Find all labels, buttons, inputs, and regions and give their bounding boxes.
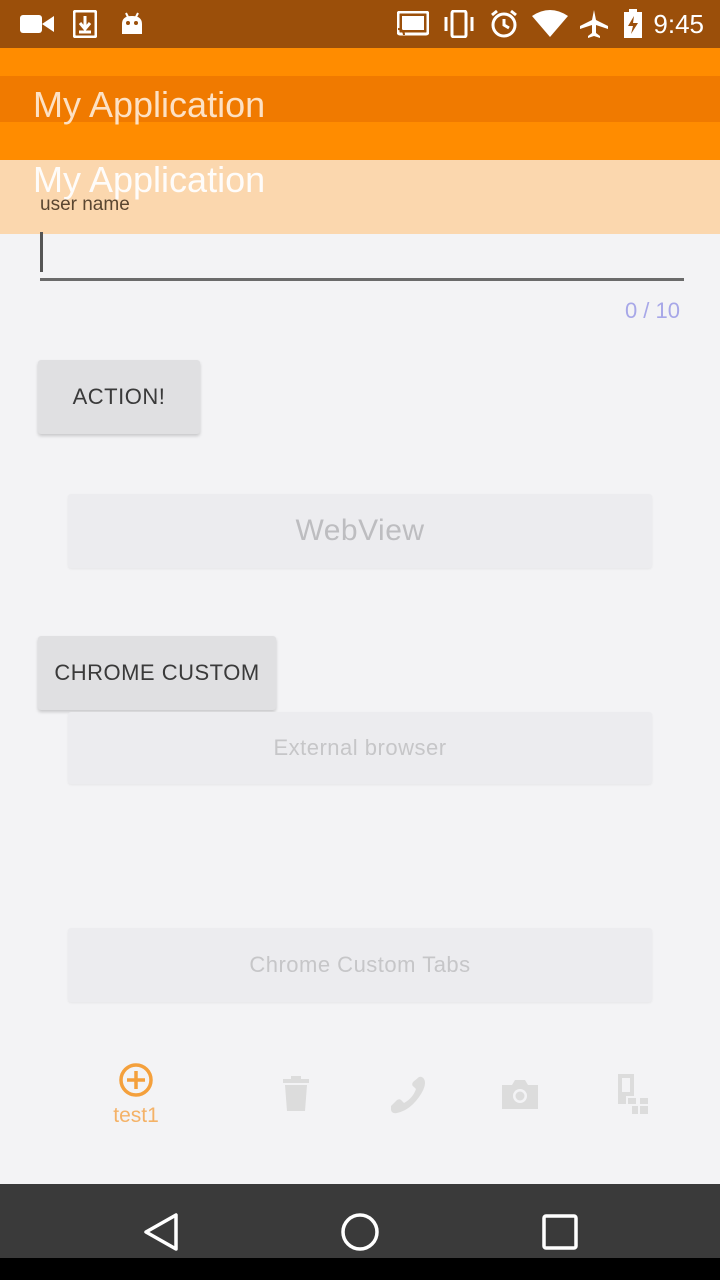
back-triangle-icon [142,1213,180,1256]
bottom-nav-item-camera[interactable] [490,1078,550,1114]
video-camera-icon [20,10,54,38]
text-cursor [40,232,43,272]
nav-bar-bottom-strip [0,1258,720,1280]
alarm-icon [488,9,520,38]
status-bar: 9:45 [0,0,720,48]
android-icon [118,10,146,38]
download-icon [72,10,98,38]
char-counter: 0 / 10 [624,298,680,323]
vibrate-icon [442,10,476,38]
home-circle-icon [340,1213,380,1256]
toolbar-title: My Application [33,84,266,125]
username-label: user name [40,194,130,215]
recents-square-icon [542,1214,578,1254]
action-button[interactable]: ACTION! [38,360,200,434]
trash-icon [281,1076,311,1116]
home-button[interactable] [340,1212,380,1256]
status-time: 9:45 [653,9,704,39]
airplane-icon [578,10,610,38]
webview-button[interactable]: WebView [68,494,652,568]
cast-icon [396,10,430,38]
external-browser-button[interactable]: External browser [68,712,652,784]
chrome-custom-button[interactable]: CHROME CUSTOM [38,636,276,710]
bottom-nav-item-phone[interactable] [378,1076,438,1118]
devices-icon [614,1074,650,1120]
username-input[interactable] [40,230,684,281]
camera-icon [501,1078,539,1114]
back-button[interactable] [142,1212,180,1256]
phone-icon [389,1076,427,1118]
recents-button[interactable] [542,1214,578,1254]
bottom-nav-item-test1[interactable]: test1 [106,1062,166,1128]
bottom-nav-item-delete[interactable] [266,1076,326,1116]
add-circle-icon [118,1062,154,1102]
bottom-nav-label: test1 [113,1104,159,1127]
battery-charging-icon [622,9,644,38]
bottom-nav-item-devices[interactable] [602,1074,662,1120]
chrome-custom-tabs-button[interactable]: Chrome Custom Tabs [68,928,652,1002]
wifi-icon [532,10,568,38]
